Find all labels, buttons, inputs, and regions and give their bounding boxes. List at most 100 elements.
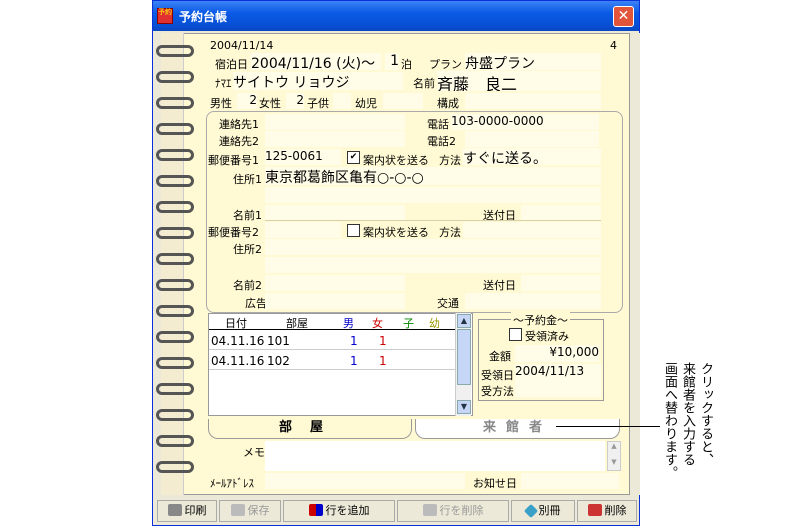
reservation-window: 予約 予約台帳 ✕ 2004/11/14 4 宿泊日 2004/11/16 (火… — [152, 0, 640, 526]
guide2-label: 案内状を送る — [363, 226, 429, 239]
transport-field[interactable] — [465, 293, 601, 309]
rooms-scrollbar[interactable]: ▲ ▼ — [455, 313, 471, 416]
delete-row-button[interactable]: 行を削除 — [397, 500, 509, 522]
scroll-up-icon[interactable]: ▲ — [457, 314, 471, 328]
infant-label: 幼児 — [355, 97, 377, 110]
row-room: 102 — [267, 354, 290, 368]
binder-ring-icon — [156, 331, 194, 343]
add-row-button[interactable]: 行を追加 — [283, 500, 395, 522]
annotation-line3: 画面へ替わります。 — [662, 362, 677, 479]
memo-label: メモ — [243, 446, 265, 459]
method1-field[interactable]: すぐに送る。 — [463, 148, 601, 165]
tab-visitors[interactable]: 来館者 — [415, 419, 620, 439]
print-label: 印刷 — [184, 504, 207, 517]
composition-label: 構成 — [437, 97, 459, 110]
binder-ring-icon — [156, 461, 194, 473]
received-date-field[interactable]: 2004/11/13 — [515, 364, 601, 381]
address1-line2-field[interactable] — [265, 187, 601, 203]
save-label: 保存 — [247, 504, 270, 517]
page-number: 4 — [610, 39, 617, 52]
stay-date-field[interactable]: 2004/11/16 (火)～ — [251, 53, 381, 70]
received-label: 受領済み — [525, 330, 569, 343]
row-date: 04.11.16 — [211, 334, 265, 348]
add-row-label: 行を追加 — [325, 504, 370, 517]
postal1-field[interactable]: 125-0061 — [265, 149, 341, 165]
notify-field[interactable] — [521, 473, 619, 489]
scroll-down-icon[interactable]: ▼ — [457, 400, 471, 414]
guide1-checkbox[interactable]: ✔ — [347, 151, 360, 164]
received-date-label: 受領日 — [481, 369, 514, 382]
ad-label: 広告 — [245, 297, 267, 310]
contact2-field[interactable] — [265, 131, 405, 147]
sent2-field[interactable] — [521, 275, 601, 291]
guide2-checkbox[interactable] — [347, 224, 360, 237]
print-button[interactable]: 印刷 — [157, 500, 217, 522]
row-female: 1 — [379, 334, 387, 348]
row-room: 101 — [267, 334, 290, 348]
other-volume-button[interactable]: 別冊 — [511, 500, 575, 522]
address1-label: 住所1 — [233, 173, 262, 186]
phone2-field[interactable] — [465, 131, 599, 147]
payment-method-field[interactable] — [515, 381, 601, 397]
memo-scroll-up-icon[interactable]: ▲ — [608, 442, 620, 454]
binder-ring-icon — [156, 71, 194, 83]
memo-scroll-down-icon[interactable]: ▼ — [608, 458, 620, 470]
deposit-title: ～予約金～ — [511, 312, 570, 328]
name1-field[interactable] — [265, 205, 405, 221]
name-field[interactable]: 斉藤 良二 — [437, 71, 601, 91]
composition-field[interactable] — [465, 93, 601, 109]
save-button[interactable]: 保存 — [219, 500, 281, 522]
contact2-label: 連絡先2 — [219, 135, 259, 148]
row-female: 1 — [379, 354, 387, 368]
phone-field[interactable]: 103-0000-0000 — [451, 114, 599, 130]
postal2-field[interactable] — [265, 222, 341, 238]
row-divider — [209, 349, 455, 350]
female-count-field[interactable]: 2 — [286, 93, 304, 109]
infant-count-field[interactable] — [383, 93, 423, 109]
kana-label: ﾅﾏｴ — [215, 77, 232, 90]
address1-field[interactable]: 東京都葛飾区亀有○-○-○ — [265, 167, 601, 185]
address2-field[interactable] — [265, 239, 601, 255]
delete-button[interactable]: 削除 — [577, 500, 637, 522]
floppy-icon — [230, 504, 245, 516]
plan-field[interactable]: 舟盛プラン — [465, 53, 601, 70]
binder-ring-icon — [156, 305, 194, 317]
tab-rooms[interactable]: 部屋 — [208, 419, 412, 439]
amount-field[interactable]: ¥10,000 — [515, 345, 599, 362]
close-button[interactable]: ✕ — [613, 6, 634, 27]
binder-ring-icon — [156, 435, 194, 447]
guide1-label: 案内状を送る — [363, 154, 429, 167]
method1-label: 方法 — [439, 154, 461, 167]
male-count-field[interactable]: 2 — [237, 93, 257, 109]
contact1-field[interactable] — [265, 114, 405, 130]
phone-label: 電話 — [427, 118, 449, 131]
scroll-thumb[interactable] — [457, 329, 471, 385]
row-divider — [209, 369, 455, 370]
name2-field[interactable] — [265, 275, 405, 291]
sent1-field[interactable] — [521, 205, 601, 221]
ad-field[interactable] — [265, 293, 405, 309]
memo-scrollbar[interactable]: ▲ ▼ — [607, 441, 621, 471]
received-checkbox[interactable] — [509, 328, 522, 341]
nights-unit: 泊 — [401, 58, 412, 71]
nights-field[interactable]: 1 — [385, 53, 399, 70]
callout-line — [556, 426, 660, 427]
email-field[interactable] — [265, 473, 465, 489]
memo-field[interactable] — [265, 441, 605, 471]
female-label: 女性 — [259, 97, 281, 110]
name2-label: 名前2 — [233, 279, 262, 292]
add-row-icon — [308, 504, 323, 516]
method2-label: 方法 — [439, 226, 461, 239]
address2-label: 住所2 — [233, 243, 262, 256]
sent2-label: 送付日 — [483, 279, 516, 292]
delete-label: 削除 — [604, 504, 627, 517]
kana-field[interactable]: サイトウ リョウジ — [233, 72, 403, 90]
child-count-field[interactable] — [333, 93, 351, 109]
title-bar: 予約 予約台帳 ✕ — [153, 1, 639, 31]
method2-field[interactable] — [463, 222, 601, 238]
delete-row-icon — [422, 504, 437, 516]
binder-ring-icon — [156, 383, 194, 395]
notify-label: お知せ日 — [473, 477, 517, 490]
address2-line2-field[interactable] — [265, 257, 601, 273]
amount-label: 金額 — [489, 350, 511, 363]
